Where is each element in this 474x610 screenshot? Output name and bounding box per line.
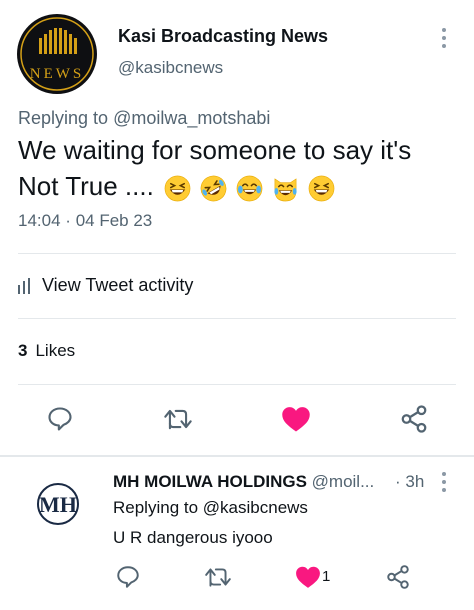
divider	[18, 318, 456, 319]
reply-time[interactable]: · 3h	[395, 472, 424, 492]
replying-to-mention[interactable]: @moilwa_motshabi	[113, 108, 270, 128]
share-icon	[401, 405, 427, 433]
share-button[interactable]	[398, 403, 430, 435]
mh-moilwa-logo: MH	[37, 483, 79, 525]
like-button[interactable]	[280, 403, 312, 435]
author-name[interactable]: Kasi Broadcasting News	[118, 26, 328, 47]
reply-icon	[48, 407, 72, 431]
reply-text: U R dangerous iyooo	[113, 528, 273, 547]
tweet-date: 04 Feb 23	[75, 211, 153, 230]
logo-text: NEWS	[30, 66, 85, 82]
reply-author-handle[interactable]: @moil...	[312, 472, 375, 491]
more-options-icon[interactable]	[438, 26, 450, 50]
reply-author-name[interactable]: MH MOILWA HOLDINGS	[113, 472, 307, 491]
rolling-on-floor-laughing-icon	[200, 175, 227, 201]
grinning-squinting-face-icon	[164, 175, 191, 201]
view-tweet-activity-button[interactable]: View Tweet activity	[18, 275, 193, 296]
section-divider	[0, 455, 474, 457]
emoji-row	[164, 175, 335, 202]
likes-count-link[interactable]: 3 Likes	[18, 341, 75, 361]
reply-replying-to-mention[interactable]: @kasibcnews	[203, 498, 308, 517]
reply-button[interactable]	[44, 403, 76, 435]
tweet-time: 14:04	[18, 211, 61, 230]
replying-label: Replying to	[18, 108, 109, 128]
logo-monogram: MH	[39, 492, 77, 517]
reply-reply-button[interactable]	[112, 561, 144, 593]
tweet-timestamp[interactable]: 14:04 · 04 Feb 23	[18, 211, 152, 231]
timestamp-separator: ·	[65, 211, 71, 230]
reply-more-options-icon[interactable]	[438, 470, 450, 494]
divider	[18, 253, 456, 254]
reply-replying-label: Replying to	[113, 498, 199, 517]
retweet-icon	[164, 409, 192, 430]
reply-icon	[117, 566, 139, 588]
analytics-icon	[18, 277, 30, 294]
reply-replying-to-line: Replying to @kasibcnews	[113, 498, 308, 518]
reply-header: MH MOILWA HOLDINGS @moil...	[113, 472, 374, 492]
kasi-news-logo: NEWS	[20, 17, 94, 91]
heart-filled-icon	[296, 566, 320, 588]
retweet-button[interactable]	[162, 403, 194, 435]
divider	[18, 384, 456, 385]
likes-count: 3	[18, 341, 28, 360]
author-avatar[interactable]: NEWS	[17, 14, 97, 94]
reply-share-button[interactable]	[382, 561, 414, 593]
reply-author-avatar[interactable]: MH	[18, 470, 98, 550]
grinning-cat-icon	[274, 177, 297, 201]
grinning-squinting-face-icon	[308, 175, 335, 201]
reply-retweet-button[interactable]	[202, 561, 234, 593]
share-icon	[387, 565, 409, 589]
likes-label: Likes	[35, 341, 76, 360]
replying-to-line: Replying to @moilwa_motshabi	[18, 108, 270, 129]
author-handle[interactable]: @kasibcnews	[118, 58, 223, 78]
heart-filled-icon	[282, 407, 310, 432]
view-activity-label: View Tweet activity	[42, 275, 194, 295]
retweet-icon	[205, 568, 231, 587]
face-with-tears-of-joy-icon	[236, 175, 263, 201]
tweet-body: We waiting for someone to say it's Not T…	[18, 132, 458, 204]
reply-like-count: 1	[322, 568, 331, 585]
reply-like-button[interactable]	[292, 561, 324, 593]
